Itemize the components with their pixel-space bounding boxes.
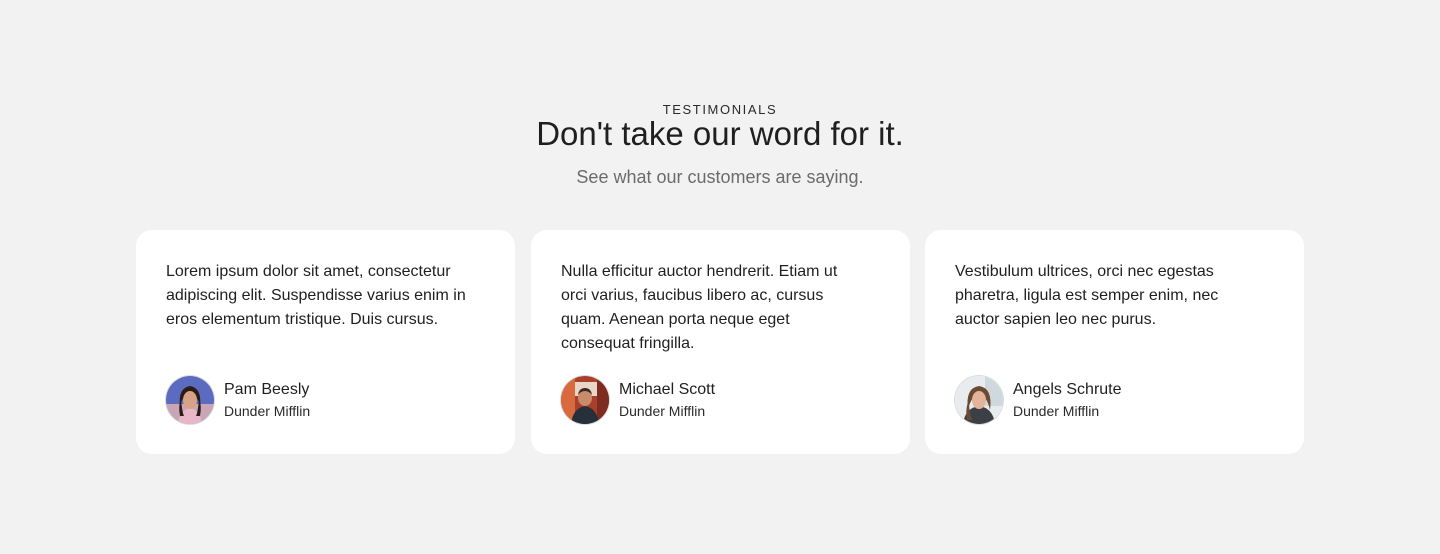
testimonial-quote: Nulla efficitur auctor hendrerit. Etiam … (561, 263, 838, 352)
author-company: Dunder Mifflin (619, 403, 706, 419)
section-subtitle: See what our customers are saying. (576, 167, 864, 187)
testimonial-quote: Vestibulum ultrices, orci nec egestas ph… (955, 263, 1219, 328)
avatar-photo-icon (166, 376, 214, 424)
testimonial-author: Pam Beesly Dunder Mifflin (166, 376, 310, 424)
author-name: Angels Schrute (1013, 381, 1122, 398)
avatar-photo-icon (955, 376, 1003, 424)
author-details: Michael Scott Dunder Mifflin (619, 380, 715, 420)
author-company: Dunder Mifflin (1013, 403, 1100, 419)
testimonial-card: Nulla efficitur auctor hendrerit. Etiam … (531, 230, 910, 454)
testimonial-card: Lorem ipsum dolor sit amet, consectetur … (136, 230, 515, 454)
testimonial-cards: Lorem ipsum dolor sit amet, consectetur … (136, 230, 1304, 454)
author-name: Michael Scott (619, 381, 716, 398)
testimonials-section: TESTIMONIALS Don't take our word for it.… (0, 0, 1440, 554)
avatar-photo-icon (561, 376, 609, 424)
testimonial-author: Angels Schrute Dunder Mifflin (955, 376, 1122, 424)
testimonial-card: Vestibulum ultrices, orci nec egestas ph… (925, 230, 1304, 454)
author-name: Pam Beesly (224, 381, 310, 398)
section-title: Don't take our word for it. (536, 115, 904, 152)
author-details: Pam Beesly Dunder Mifflin (224, 380, 310, 420)
author-details: Angels Schrute Dunder Mifflin (1013, 380, 1122, 420)
testimonial-quote: Lorem ipsum dolor sit amet, consectetur … (166, 263, 466, 328)
testimonial-author: Michael Scott Dunder Mifflin (561, 376, 715, 424)
author-company: Dunder Mifflin (224, 403, 311, 419)
